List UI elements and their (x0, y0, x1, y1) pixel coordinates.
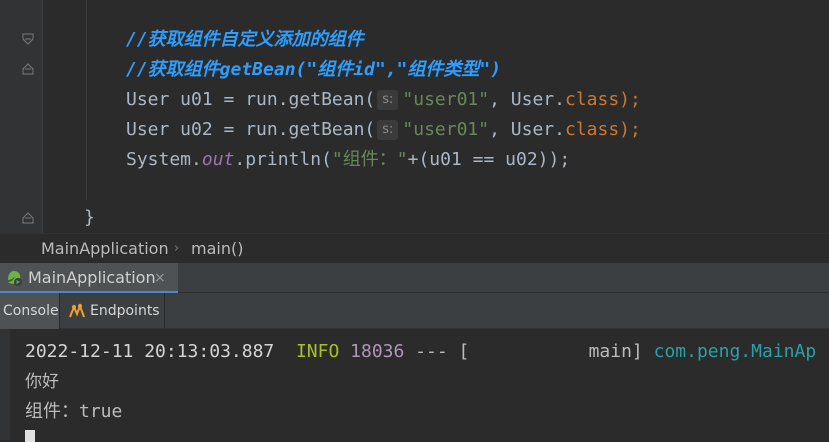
tab-console[interactable]: Console (0, 293, 60, 329)
tab-endpoints-label: Endpoints (90, 303, 160, 319)
log-line: 2022-12-11 20:13:03.887 INFO 18036 --- [… (25, 337, 816, 367)
code-line[interactable]: System.out.println("组件："+(u01 == u02)); (126, 145, 570, 175)
log-thread: main] (588, 341, 643, 362)
keyword: class (564, 89, 620, 110)
breadcrumb: MainApplication › main() (0, 233, 829, 263)
code-text: ); (619, 89, 641, 110)
code-line[interactable]: User u02 = run.getBean(s: "user01", User.… (126, 115, 641, 145)
static-field: out (201, 149, 235, 170)
fold-marker-icon[interactable] (22, 212, 34, 224)
code-text: User u01 = run.getBean( (126, 89, 376, 110)
run-tab-label: MainApplication (28, 268, 156, 287)
string-literal: "user01" (402, 89, 490, 110)
code-comment[interactable]: //获取组件getBean("组件id","组件类型") (126, 55, 501, 85)
keyword: class (564, 119, 620, 140)
log-timestamp: 2022-12-11 20:13:03.887 (25, 341, 275, 362)
code-text: .println( (234, 149, 332, 170)
close-icon[interactable]: × (154, 263, 166, 293)
breadcrumb-method[interactable]: main() (191, 234, 243, 264)
breadcrumb-class[interactable]: MainApplication (41, 234, 169, 264)
gutter-divider (42, 0, 43, 233)
spring-run-icon (8, 271, 22, 286)
fold-marker-icon[interactable] (22, 33, 34, 45)
tool-tab-bar: Console Endpoints (0, 293, 829, 329)
breadcrumb-separator: › (174, 241, 180, 256)
closing-brace[interactable]: } (84, 203, 95, 233)
console-caret (25, 430, 35, 442)
indent-guide (86, 0, 87, 200)
string-literal: "user01" (402, 119, 490, 140)
code-text: +(u01 == u02)); (407, 149, 571, 170)
code-text: , User. (489, 119, 565, 140)
code-line[interactable]: User u01 = run.getBean(s: "user01", User.… (126, 85, 641, 115)
code-comment[interactable]: //获取组件自定义添加的组件 (126, 25, 364, 55)
log-logger[interactable]: com.peng.MainAp (654, 341, 817, 362)
parameter-hint: s: (377, 120, 399, 140)
run-tab-mainapplication[interactable]: MainApplication × (0, 263, 178, 293)
console-gutter (0, 329, 10, 440)
string-literal: "组件：" (331, 149, 408, 170)
code-text: User u02 = run.getBean( (126, 119, 376, 140)
tab-console-label: Console (3, 303, 59, 319)
code-editor[interactable]: //获取组件自定义添加的组件 //获取组件getBean("组件id","组件类… (0, 0, 829, 233)
editor-gutter[interactable] (0, 0, 42, 233)
code-text: , User. (489, 89, 565, 110)
endpoints-icon (69, 303, 85, 318)
console-output-line: 组件：true (25, 401, 123, 422)
fold-marker-icon[interactable] (22, 63, 34, 75)
code-text: System. (126, 149, 202, 170)
run-tab-bar: MainApplication × (0, 263, 829, 293)
log-level: INFO (295, 341, 340, 362)
console-output-line: 你好 (25, 372, 59, 392)
code-text: ); (619, 119, 641, 140)
log-pid: 18036 (350, 341, 405, 362)
console-output[interactable]: 2022-12-11 20:13:03.887 INFO 18036 --- [… (0, 329, 829, 442)
tab-endpoints[interactable]: Endpoints (61, 293, 165, 329)
log-separator: --- [ (415, 341, 470, 362)
parameter-hint: s: (377, 90, 399, 110)
